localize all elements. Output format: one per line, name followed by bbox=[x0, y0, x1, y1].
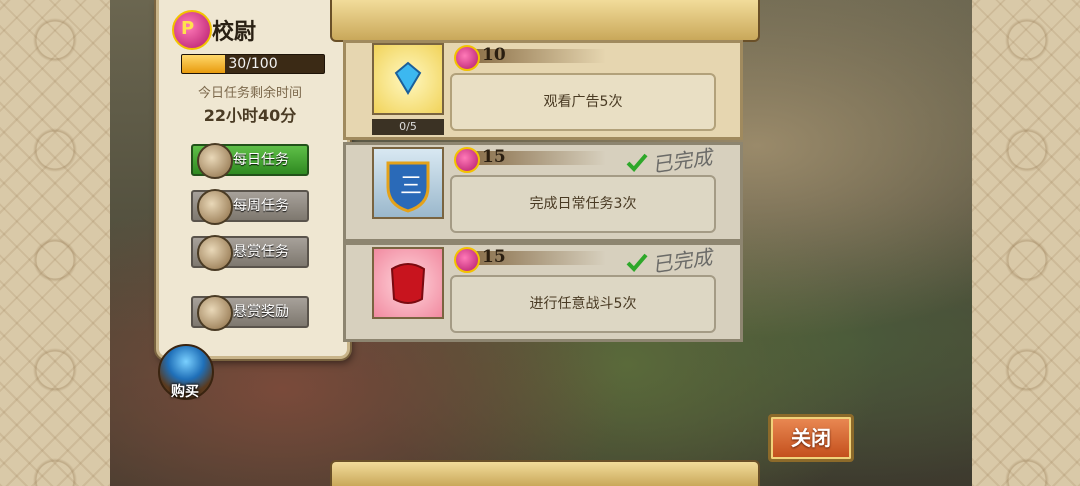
rank-title: 校尉 bbox=[212, 20, 257, 45]
completed-stamp: 已完成 bbox=[650, 244, 714, 278]
tab-label: 每周任务 bbox=[233, 198, 289, 214]
check-icon bbox=[626, 253, 648, 272]
remaining-time-label: 今日任务剩余时间 bbox=[197, 86, 302, 101]
reward-value: 15 bbox=[482, 147, 506, 167]
bounty-reward-icon bbox=[197, 295, 233, 331]
svg-text:三: 三 bbox=[400, 174, 422, 199]
task-description[interactable]: 观看广告5次 bbox=[450, 73, 716, 131]
bounty-task-icon bbox=[197, 235, 233, 271]
check-icon bbox=[626, 153, 648, 172]
remaining-time-value: 22小时40分 bbox=[203, 106, 297, 125]
completed-stamp: 已完成 bbox=[650, 144, 714, 178]
reward-value: 10 bbox=[482, 45, 506, 65]
left-ornament-border bbox=[0, 0, 110, 486]
reward-point-icon bbox=[454, 45, 480, 71]
task-progress-count: 0/5 bbox=[372, 119, 444, 135]
task-description: 进行任意战斗5次 bbox=[450, 275, 716, 333]
reward-value: 15 bbox=[482, 247, 506, 267]
right-ornament-border bbox=[972, 0, 1080, 486]
progress-text: 30/100 bbox=[228, 56, 278, 72]
tab-daily-tasks[interactable]: 每日任务 bbox=[191, 143, 309, 179]
rank-progress-bar: 30/100 bbox=[181, 54, 325, 74]
badge-shield-icon: 三 bbox=[372, 147, 444, 219]
scroll-bottom-roller bbox=[330, 460, 760, 486]
scroll-top-roller bbox=[330, 0, 760, 42]
tab-weekly-tasks[interactable]: 每周任务 bbox=[191, 189, 309, 225]
close-button[interactable]: 关闭 bbox=[768, 414, 854, 462]
tab-bounty-rewards[interactable]: 悬赏奖励 bbox=[191, 295, 309, 331]
task-row: 15 已完成 进行任意战斗5次 bbox=[343, 242, 743, 342]
diamond-icon bbox=[372, 43, 444, 115]
buy-label[interactable]: 购买 bbox=[162, 381, 208, 401]
red-flag-icon bbox=[372, 247, 444, 319]
reward-point-icon bbox=[454, 147, 480, 173]
weekly-task-icon bbox=[197, 189, 233, 225]
rank-emblem-icon: P bbox=[172, 10, 212, 50]
tab-label: 每日任务 bbox=[233, 152, 289, 168]
task-row: 三 15 已完成 完成日常任务3次 bbox=[343, 142, 743, 242]
task-row: 0/5 10 观看广告5次 bbox=[343, 40, 743, 140]
tab-label: 悬赏任务 bbox=[233, 244, 289, 260]
daily-task-icon bbox=[197, 143, 233, 179]
tab-bounty-tasks[interactable]: 悬赏任务 bbox=[191, 235, 309, 271]
reward-point-icon bbox=[454, 247, 480, 273]
tab-label: 悬赏奖励 bbox=[233, 304, 289, 320]
task-description: 完成日常任务3次 bbox=[450, 175, 716, 233]
